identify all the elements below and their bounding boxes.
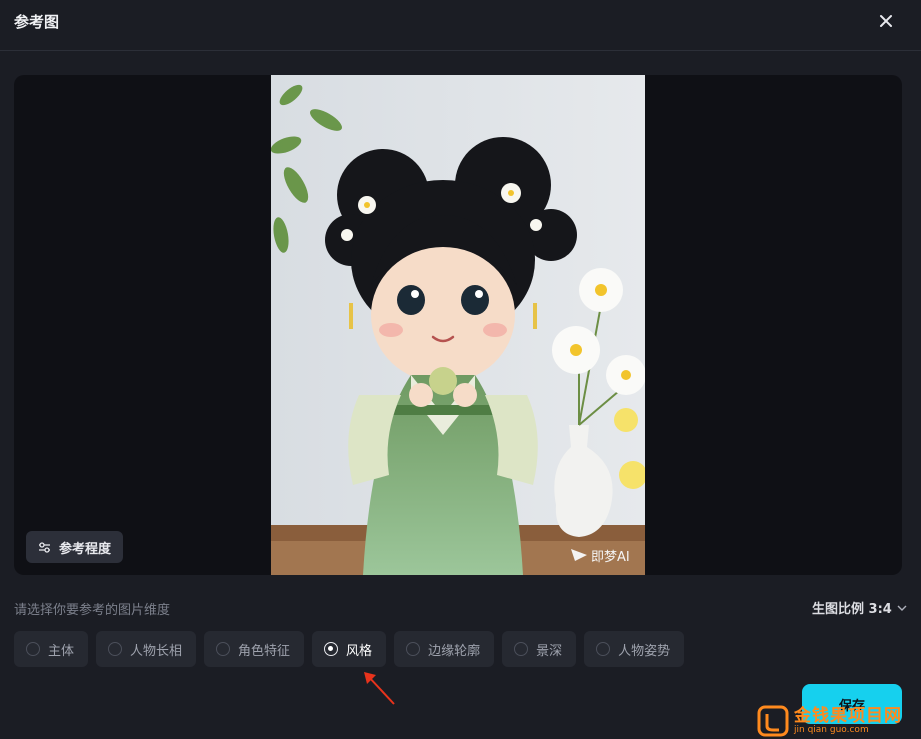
dialog-title: 参考图 (14, 13, 60, 31)
option-character-features[interactable]: 角色特征 (204, 631, 305, 667)
option-label: 风格 (346, 643, 373, 659)
watermark-subtext: jin qian guo.com (794, 725, 869, 735)
radio-icon (596, 642, 611, 656)
radio-icon (26, 642, 40, 656)
radio-icon (406, 642, 421, 656)
watermark-logo-icon (757, 705, 789, 737)
radio-icon (108, 642, 123, 656)
option-face[interactable]: 人物长相 (96, 631, 197, 667)
option-style[interactable]: 风格 (312, 631, 387, 667)
aspect-ratio-selector[interactable]: 生图比例 3:4 (812, 598, 908, 617)
annotation-arrow-icon (364, 672, 395, 705)
watermark-text: 金钱果项目网 (794, 706, 902, 726)
sliders-icon (39, 541, 50, 553)
option-label: 景深 (536, 643, 563, 659)
option-pose[interactable]: 人物姿势 (584, 631, 685, 667)
reference-image: 即梦AI (271, 75, 645, 575)
option-label: 角色特征 (238, 643, 291, 659)
option-depth[interactable]: 景深 (502, 631, 577, 667)
option-label: 边缘轮廓 (428, 643, 481, 659)
option-label: 人物长相 (130, 643, 183, 659)
option-label: 主体 (48, 643, 75, 659)
chevron-down-icon (897, 605, 907, 611)
dimension-options: 主体 人物长相 角色特征 风格 边缘轮廓 景深 人物姿势 (14, 631, 685, 667)
reference-strength-button[interactable]: 参考程度 (26, 531, 124, 563)
option-edge-outline[interactable]: 边缘轮廓 (394, 631, 495, 667)
image-preview: 即梦AI 参考程度 (14, 75, 902, 575)
option-label: 人物姿势 (618, 643, 671, 659)
radio-selected-icon (324, 642, 339, 656)
dimension-hint: 请选择你要参考的图片维度 (14, 603, 171, 618)
dialog-header: 参考图 (0, 0, 921, 51)
aspect-ratio-label: 生图比例 3:4 (812, 602, 892, 617)
radio-icon (216, 642, 231, 656)
reference-strength-label: 参考程度 (59, 541, 112, 557)
radio-icon (514, 642, 529, 656)
close-icon[interactable] (874, 9, 898, 33)
site-watermark: 金钱果项目网 jin qian guo.com (756, 703, 902, 739)
image-watermark: 即梦AI (591, 550, 630, 565)
option-subject[interactable]: 主体 (14, 631, 89, 667)
